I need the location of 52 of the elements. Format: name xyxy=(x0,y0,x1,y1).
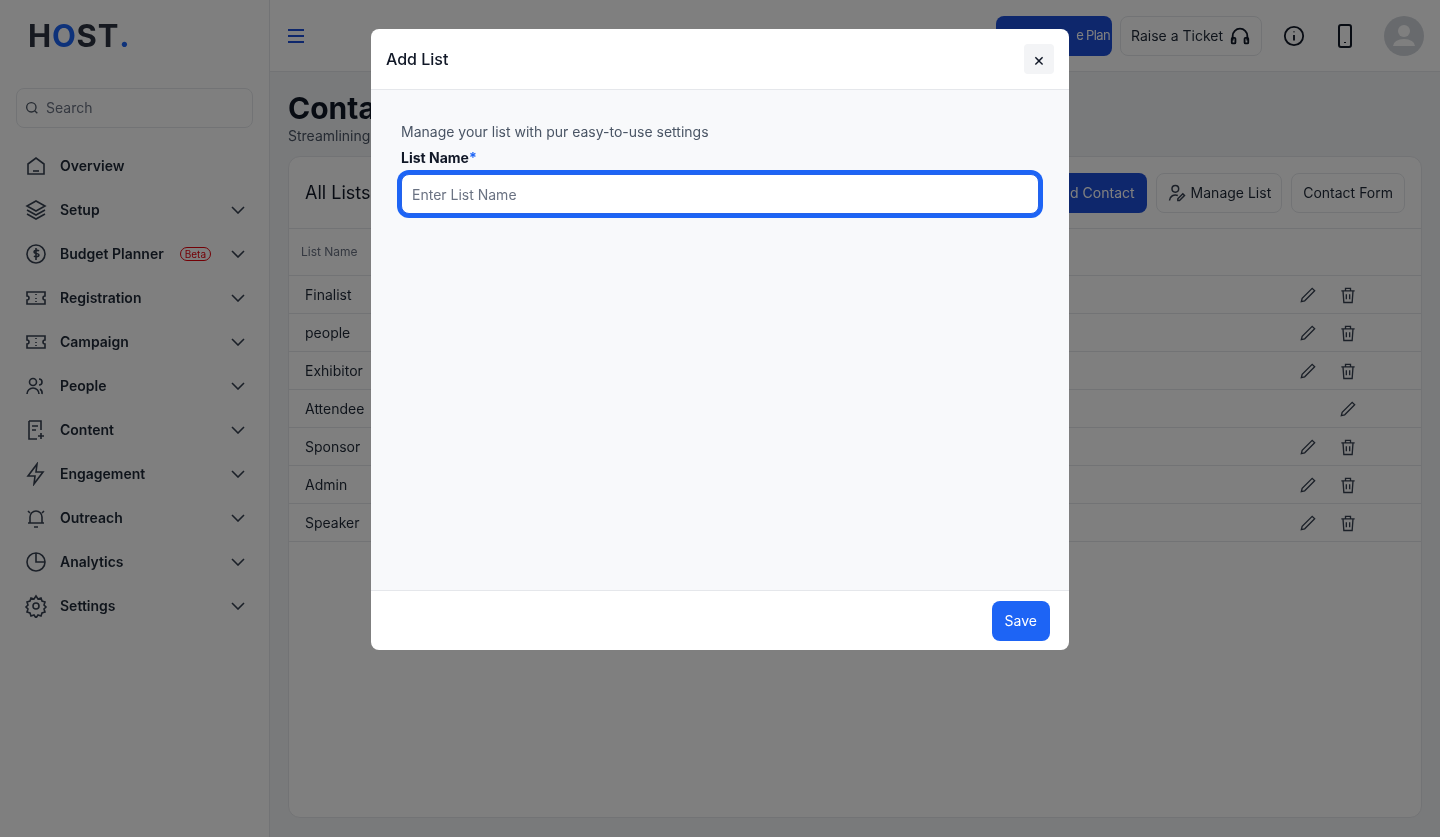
sidebar-item[interactable]: Setup xyxy=(24,188,245,232)
table-cell: Admin xyxy=(305,474,348,495)
table-cell: people xyxy=(305,322,351,343)
search-input[interactable]: Search xyxy=(46,98,226,118)
dollar-icon xyxy=(24,242,48,266)
sidebar-item[interactable]: People xyxy=(24,364,245,408)
sidebar-item[interactable]: Budget Planner Beta xyxy=(24,232,245,276)
chevron-down-icon xyxy=(231,514,245,522)
sidebar-item[interactable]: Registration xyxy=(24,276,245,320)
chevron-down-icon xyxy=(231,338,245,346)
card-title: All Lists xyxy=(305,180,371,205)
sidebar-item[interactable]: Engagement xyxy=(24,452,245,496)
sidebar-item[interactable]: Campaign xyxy=(24,320,245,364)
column-header: List Name xyxy=(301,244,358,260)
chevron-down-icon xyxy=(231,602,245,610)
manage-list-button[interactable]: Manage List xyxy=(1155,172,1283,213)
chevron-down-icon xyxy=(231,426,245,434)
dialog-title: Add List xyxy=(386,48,449,71)
search-field[interactable]: Search xyxy=(16,88,253,128)
table-cell: Attendee xyxy=(305,398,365,419)
sidebar-item[interactable]: Overview xyxy=(24,144,245,188)
chevron-down-icon xyxy=(231,250,245,258)
chevron-down-icon xyxy=(231,558,245,566)
sidebar-item[interactable]: Content xyxy=(24,408,245,452)
layers-icon xyxy=(24,198,48,222)
dialog-description: Manage your list with pur easy-to-use settings xyxy=(401,122,710,142)
phone-icon[interactable] xyxy=(1336,23,1354,48)
chevron-down-icon xyxy=(231,470,245,478)
chevron-down-icon xyxy=(231,294,245,302)
table-cell: Exhibitor xyxy=(305,360,363,381)
sidebar-item[interactable]: Settings xyxy=(24,584,245,628)
contact-form-button[interactable]: Contact Form xyxy=(1291,172,1405,213)
gear-icon xyxy=(24,594,48,618)
save-button[interactable]: Save xyxy=(991,600,1050,641)
menu-icon[interactable] xyxy=(287,28,305,43)
sidebar-item[interactable]: Analytics xyxy=(24,540,245,584)
raise-ticket-button[interactable]: Raise a Ticket xyxy=(1119,15,1262,56)
home-icon xyxy=(24,154,48,178)
chevron-down-icon xyxy=(231,206,245,214)
field-label: List Name* xyxy=(401,148,478,168)
page-subtitle: Streamlining xyxy=(288,126,371,146)
chevron-down-icon xyxy=(231,382,245,390)
close-button[interactable]: × xyxy=(1024,44,1054,74)
info-icon[interactable] xyxy=(1283,24,1305,47)
table-cell: Speaker xyxy=(305,512,360,533)
list-name-input[interactable]: Enter List Name xyxy=(401,174,1039,214)
table-cell: Sponsor xyxy=(305,436,361,457)
pie-chart-icon xyxy=(24,550,48,574)
table-cell: Finalist xyxy=(305,284,352,305)
user-edit-icon xyxy=(1166,182,1187,203)
search-icon xyxy=(24,100,40,116)
sidebar-item[interactable]: Outreach xyxy=(24,496,245,540)
